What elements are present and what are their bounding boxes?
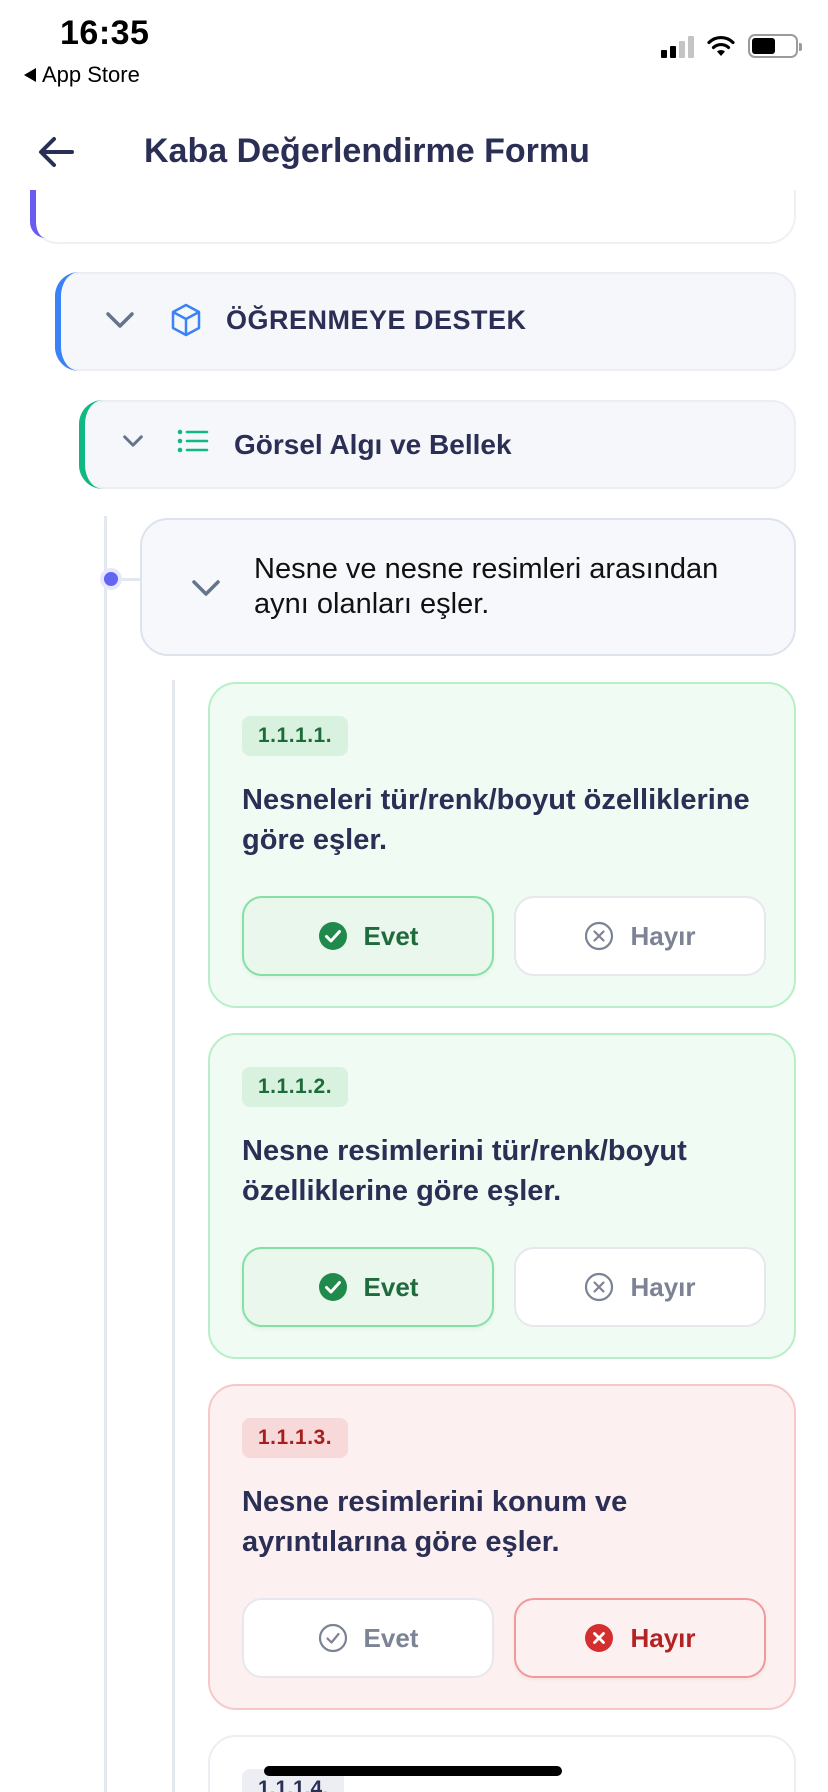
timeline-dot [100,568,122,590]
cellular-signal-icon [661,34,694,58]
list-icon [177,429,209,453]
subsection-accent [79,400,109,489]
question-code-badge: 1.1.1.2. [242,1067,349,1107]
check-circle-filled-icon [318,922,347,950]
yes-label: Evet [363,1271,419,1302]
check-circle-filled-icon [318,1273,347,1301]
question-card: 1.1.1.3. Nesne resimlerini konum ve ayrı… [208,1384,796,1710]
goal-title: Nesne ve nesne resimleri arasından aynı … [254,553,719,620]
tree-line [172,680,175,1792]
status-bar: 16:35 App Store [0,0,828,96]
back-triangle-icon [24,68,36,82]
no-label: Hayır [630,1271,696,1302]
page-title: Kaba Değerlendirme Formu [144,132,590,170]
yes-label: Evet [363,920,419,951]
x-circle-outline-icon [585,921,614,951]
home-indicator[interactable] [264,1766,562,1776]
no-button[interactable]: Hayır [514,1247,766,1327]
yes-button[interactable]: Evet [242,896,494,976]
question-code-badge: 1.1.1.1. [242,716,349,756]
chevron-down-icon[interactable] [188,570,224,606]
question-text: Nesne resimlerini tür/renk/boyut özellik… [242,1135,687,1207]
question-text: Nesne resimlerini konum ve ayrıntılarına… [242,1486,628,1558]
chevron-down-icon[interactable] [102,302,138,338]
x-circle-filled-icon [585,1624,614,1652]
header: Kaba Değerlendirme Formu [0,110,828,194]
question-card: 1.1.1.1. Nesneleri tür/renk/boyut özelli… [208,682,796,1008]
battery-icon [748,34,802,58]
tree-line [104,516,107,1792]
yes-button[interactable]: Evet [242,1598,494,1678]
no-button[interactable]: Hayır [514,1598,766,1678]
no-button[interactable]: Hayır [514,896,766,976]
back-app-label: App Store [42,62,140,87]
section-title: ÖĞRENMEYE DESTEK [226,305,527,335]
status-time: 16:35 [60,14,150,52]
section-accent [55,272,85,371]
back-arrow-icon[interactable] [34,130,78,174]
question-card: 1.1.1.2. Nesne resimlerini tür/renk/boyu… [208,1033,796,1359]
check-circle-outline-icon [318,1623,347,1653]
x-circle-outline-icon [585,1272,614,1302]
subsection-title: Görsel Algı ve Bellek [234,429,512,460]
status-icons [661,34,802,58]
wifi-icon [707,35,735,56]
yes-button[interactable]: Evet [242,1247,494,1327]
back-to-app-store[interactable]: App Store [24,62,140,88]
no-label: Hayır [630,1622,696,1653]
previous-section-card[interactable] [30,190,796,244]
question-text: Nesneleri tür/renk/boyut özelliklerine g… [242,784,750,856]
question-card: 1.1.1.4. [208,1735,796,1792]
question-code-badge: 1.1.1.3. [242,1418,349,1458]
chevron-down-icon[interactable] [118,426,148,456]
yes-label: Evet [363,1622,419,1653]
cube-icon [171,303,201,337]
no-label: Hayır [630,920,696,951]
